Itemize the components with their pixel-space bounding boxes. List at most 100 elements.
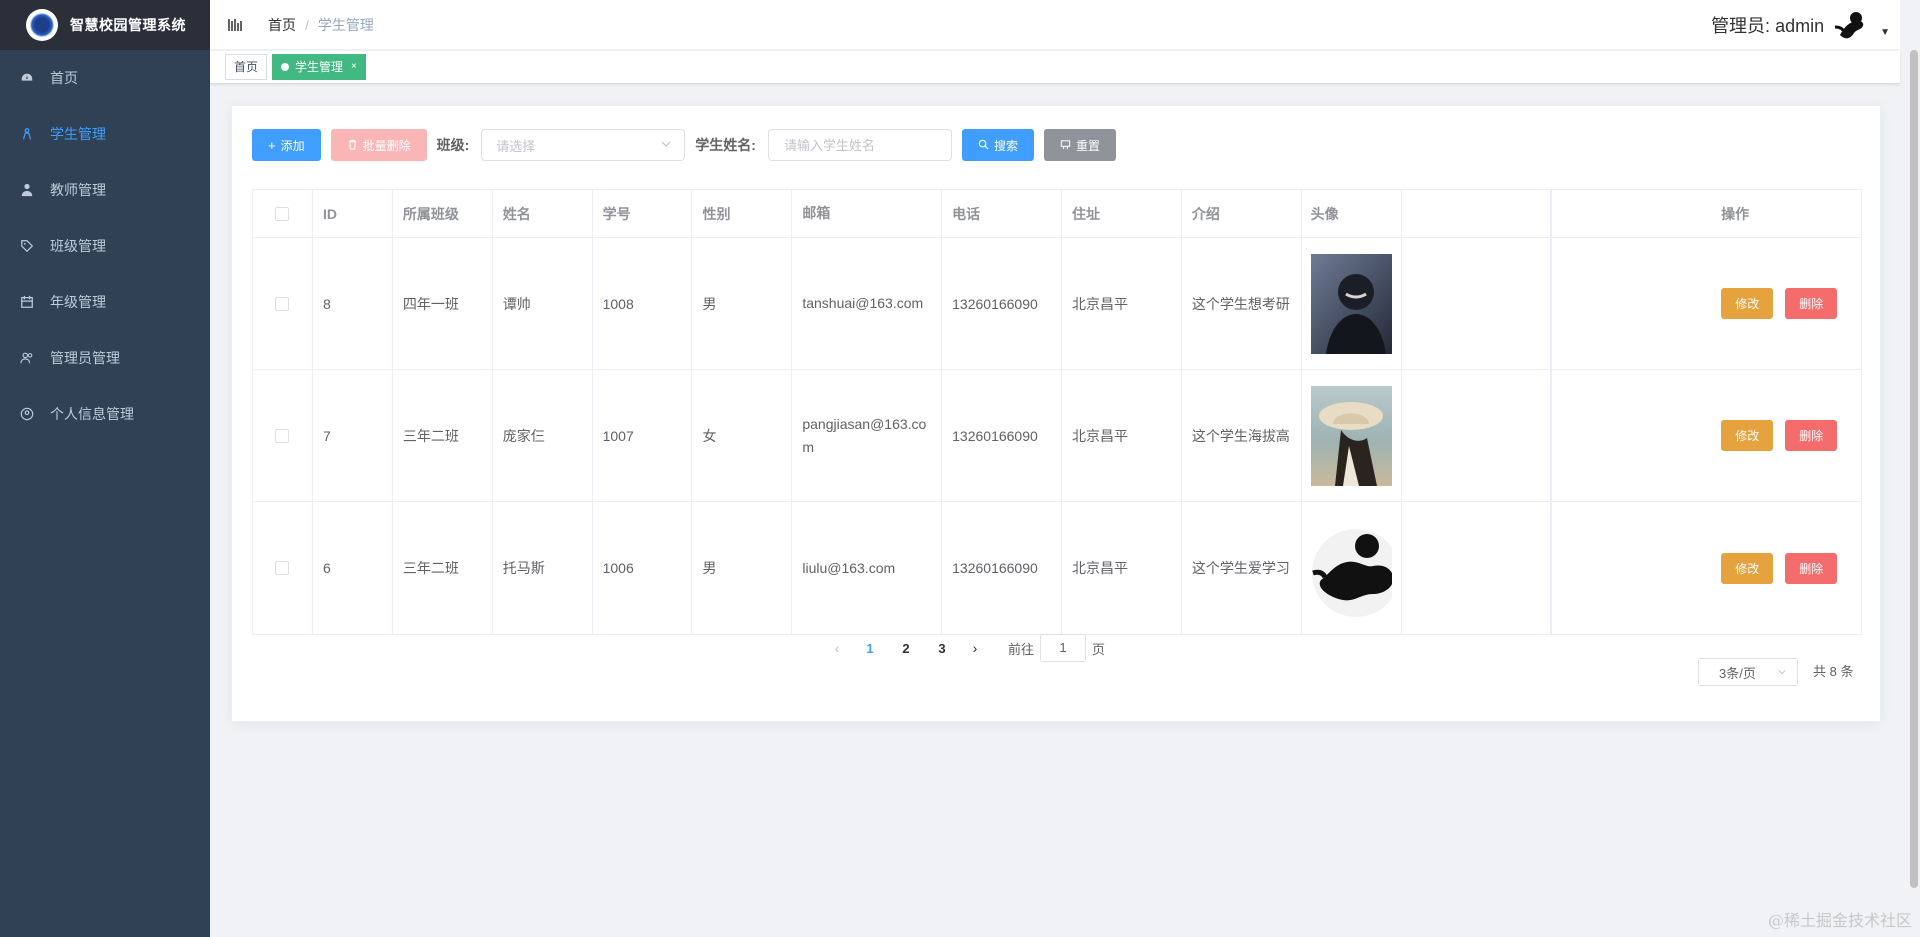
sidebar-item-students[interactable]: 学生管理 — [0, 106, 210, 162]
empty-cell — [1551, 502, 1711, 634]
class-select[interactable]: 请选择 — [481, 129, 686, 161]
edit-button[interactable]: 修改 — [1721, 552, 1774, 584]
page-2[interactable]: 2 — [888, 641, 924, 656]
cell-actions: 修改 删除 — [1711, 370, 1861, 501]
pagination: ‹ 1 2 3 › 前往 1 页 — [822, 634, 1105, 662]
sidebar-item-label: 班级管理 — [50, 238, 106, 254]
student-name-input[interactable] — [767, 129, 952, 161]
cell-intro: 这个学生想考研 — [1182, 238, 1302, 369]
student-avatar — [1310, 518, 1392, 618]
column-header: 姓名 — [493, 190, 593, 237]
tag-home[interactable]: 首页 — [225, 54, 268, 80]
column-header: 电话 — [942, 190, 1062, 237]
row-checkbox[interactable] — [275, 296, 290, 311]
column-header: 介绍 — [1182, 190, 1302, 237]
column-header: ID — [313, 190, 393, 237]
select-all-cell — [253, 190, 313, 237]
row-checkbox[interactable] — [275, 428, 290, 443]
student-avatar — [1310, 253, 1392, 354]
cell-address: 北京昌平 — [1062, 502, 1182, 634]
goto-page-input[interactable]: 1 — [1040, 634, 1087, 662]
table-row: 8 四年一班 谭帅 1008 男 tanshuai@163.com 132601… — [253, 238, 1861, 370]
reset-button[interactable]: 重置 — [1043, 129, 1116, 161]
table-row: 6 三年二班 托马斯 1006 男 liulu@163.com 13260166… — [253, 502, 1861, 634]
search-button[interactable]: 搜索 — [961, 129, 1034, 161]
cell-class: 四年一班 — [393, 238, 493, 369]
empty-column-header — [1402, 190, 1552, 237]
school-logo-icon — [26, 9, 58, 41]
delete-button[interactable]: 删除 — [1785, 552, 1838, 584]
sidebar-item-label: 首页 — [50, 70, 78, 86]
page-jumper: 前往 1 页 — [1008, 634, 1105, 662]
delete-button[interactable]: 删除 — [1785, 420, 1838, 451]
cell-email: pangjiasan@163.com — [792, 370, 943, 501]
calendar-icon — [20, 295, 34, 309]
page-1[interactable]: 1 — [852, 641, 888, 656]
page-3[interactable]: 3 — [924, 641, 960, 656]
sidebar-item-admins[interactable]: 管理员管理 — [0, 330, 210, 386]
tag-label: 学生管理 — [295, 60, 344, 74]
search-label: 搜索 — [993, 138, 1018, 153]
breadcrumb-home[interactable]: 首页 — [268, 15, 296, 35]
chevron-down-icon[interactable]: ▼ — [1880, 27, 1890, 38]
breadcrumb-current: 学生管理 — [317, 16, 374, 33]
search-icon — [978, 138, 989, 153]
scrollbar-thumb[interactable] — [1910, 50, 1918, 888]
avatar[interactable] — [1832, 5, 1873, 45]
cell-phone: 13260166090 — [942, 502, 1062, 634]
page-size-value: 3条/页 — [1719, 665, 1756, 681]
cell-name: 托马斯 — [493, 502, 593, 634]
hamburger-icon[interactable] — [228, 17, 244, 33]
empty-cell — [1402, 238, 1552, 369]
sidebar-item-label: 年级管理 — [50, 294, 106, 310]
goto-prefix: 前往 — [1008, 641, 1035, 657]
edit-button[interactable]: 修改 — [1721, 420, 1774, 451]
cell-id: 7 — [313, 370, 393, 501]
cell-phone: 13260166090 — [942, 238, 1062, 369]
add-button[interactable]: + 添加 — [252, 129, 321, 161]
close-icon[interactable]: × — [351, 55, 357, 79]
column-header: 所属班级 — [393, 190, 493, 237]
empty-cell — [1551, 370, 1711, 501]
sidebar-item-profile[interactable]: 个人信息管理 — [0, 386, 210, 442]
cell-avatar — [1302, 238, 1402, 369]
chevron-down-icon — [1777, 665, 1787, 680]
row-checkbox[interactable] — [275, 561, 290, 575]
column-header: 住址 — [1062, 190, 1182, 237]
student-avatar — [1310, 385, 1392, 486]
edit-button[interactable]: 修改 — [1721, 288, 1774, 319]
sidebar-item-home[interactable]: 首页 — [0, 50, 210, 106]
breadcrumb-separator: / — [305, 16, 309, 33]
plus-icon: + — [268, 137, 276, 153]
chevron-left-icon[interactable]: ‹ — [822, 640, 852, 656]
cell-avatar — [1302, 502, 1402, 634]
tags-view: 首页 学生管理 × — [210, 51, 1900, 84]
cell-student-no: 1008 — [593, 238, 693, 369]
sidebar-item-label: 个人信息管理 — [50, 406, 134, 422]
sidebar-menu: 首页 学生管理 教师管理 班级管理 年级管理 管理员管理 个人信息管理 — [0, 50, 210, 442]
batch-delete-button[interactable]: 批量删除 — [330, 129, 427, 161]
tag-students[interactable]: 学生管理 × — [272, 54, 366, 80]
cell-address: 北京昌平 — [1062, 370, 1182, 501]
cell-actions: 修改 删除 — [1711, 238, 1861, 369]
cell-email: tanshuai@163.com — [792, 238, 943, 369]
sidebar-item-grades[interactable]: 年级管理 — [0, 274, 210, 330]
breadcrumb: 首页 / 学生管理 — [268, 15, 374, 35]
cell-class: 三年二班 — [393, 370, 493, 501]
sidebar-item-label: 教师管理 — [50, 182, 106, 198]
select-all-checkbox[interactable] — [275, 206, 290, 221]
batch-delete-label: 批量删除 — [362, 138, 411, 153]
app-title: 智慧校园管理系统 — [70, 17, 186, 33]
goto-suffix: 页 — [1092, 641, 1106, 657]
cell-sex: 男 — [692, 238, 793, 369]
user-menu[interactable]: 管理员: admin ▼ — [1711, 0, 1890, 50]
page-size-select[interactable]: 3条/页 — [1698, 658, 1798, 686]
student-table: ID 所属班级 姓名 学号 性别 邮箱 电话 住址 介绍 头像 操作 8 四年一… — [252, 189, 1862, 635]
delete-button[interactable]: 删除 — [1785, 288, 1838, 319]
chevron-right-icon[interactable]: › — [960, 640, 990, 656]
sidebar-item-classes[interactable]: 班级管理 — [0, 218, 210, 274]
sidebar: 智慧校园管理系统 首页 学生管理 教师管理 班级管理 年级管理 管理员管理 个人… — [0, 0, 210, 937]
sidebar-item-teachers[interactable]: 教师管理 — [0, 162, 210, 218]
page-scrollbar[interactable] — [1908, 50, 1920, 888]
people-icon — [20, 351, 34, 365]
